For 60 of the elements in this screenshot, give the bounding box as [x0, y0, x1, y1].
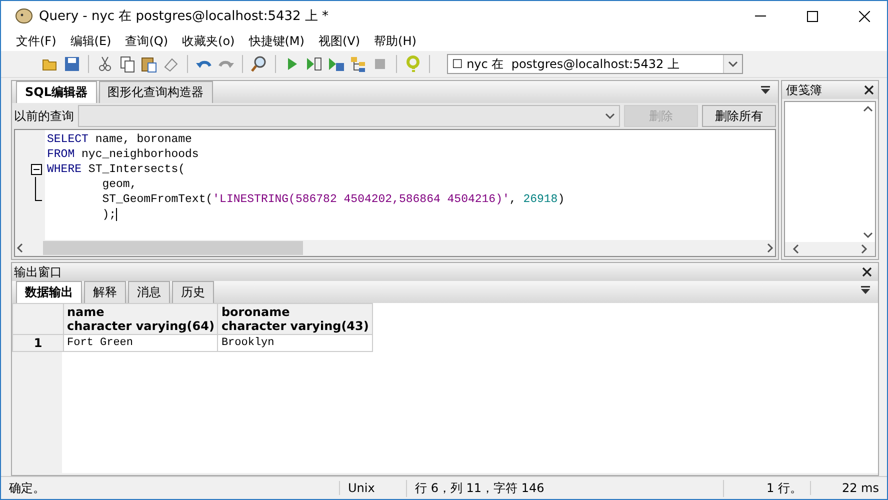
play-text-icon[interactable]: [305, 55, 323, 73]
menu-item[interactable]: 文件(F): [9, 32, 64, 50]
search-icon[interactable]: [250, 55, 268, 73]
paste-icon[interactable]: [140, 55, 158, 73]
editor-tab[interactable]: 图形化查询构造器: [98, 81, 212, 103]
delete-button[interactable]: 删除所有: [702, 105, 776, 127]
code-line: SELECT name, boroname: [46, 133, 192, 146]
table-cell: Brooklyn: [218, 334, 372, 352]
menu-item[interactable]: 编辑(E): [63, 32, 118, 50]
code-line: WHERE ST_Intersects(: [46, 163, 186, 176]
scroll-right-icon[interactable]: [765, 243, 775, 253]
maximize-icon[interactable]: [806, 10, 818, 22]
close-icon[interactable]: [862, 267, 872, 277]
table-cell: Fort Green: [64, 334, 218, 352]
scroll-left-icon[interactable]: [791, 244, 801, 254]
editor-tab[interactable]: SQL编辑器: [16, 81, 96, 103]
query-time: 22 ms: [810, 481, 887, 495]
window-title: Query - nyc 在 postgres@localhost:5432 上 *: [39, 8, 330, 25]
output-tab[interactable]: 历史: [172, 281, 214, 303]
status-message: 确定。: [8, 480, 46, 496]
notepad-title: 便笺簿: [786, 82, 822, 98]
connection-dropdown[interactable]: ☐ nyc 在 postgres@localhost:5432 上: [447, 54, 743, 74]
column-header[interactable]: name character varying(64): [64, 304, 218, 334]
menu-item[interactable]: 查询(Q): [118, 32, 176, 50]
save-icon[interactable]: [63, 55, 81, 73]
output-tab[interactable]: 消息: [128, 281, 170, 303]
close-icon[interactable]: [864, 85, 874, 95]
tree-icon[interactable]: [349, 55, 367, 73]
column-header[interactable]: boroname character varying(43): [218, 304, 372, 334]
line-ending: Unix: [339, 481, 406, 495]
scissors-icon[interactable]: [96, 55, 114, 73]
fold-toggle-icon[interactable]: [31, 164, 42, 175]
chevron-down-icon[interactable]: [605, 111, 616, 121]
row-count: 1 行。: [723, 480, 810, 496]
dropdown-arrow-icon[interactable]: [861, 286, 870, 294]
output-panel-title: 输出窗口: [14, 264, 62, 280]
menu-item[interactable]: 收藏夹(o): [175, 32, 242, 50]
menu-item[interactable]: 帮助(H): [367, 32, 424, 50]
menu-item[interactable]: 视图(V): [311, 32, 368, 50]
code-line: geom,: [101, 178, 137, 191]
copy-icon[interactable]: [118, 55, 136, 73]
horizontal-scrollbar[interactable]: [15, 240, 775, 256]
output-tab[interactable]: 数据输出: [16, 281, 82, 303]
play-save-icon[interactable]: [327, 55, 345, 73]
code-line: ST_GeomFromText('LINESTRING(586782 4504202,586864 4504216)', 26918): [101, 193, 565, 206]
scroll-right-icon[interactable]: [859, 244, 869, 254]
minimize-icon[interactable]: [754, 15, 766, 17]
scroll-up-icon[interactable]: [863, 104, 873, 114]
chevron-down-icon[interactable]: [728, 59, 738, 69]
code-line: FROM nyc_neighborhoods: [46, 148, 199, 161]
row-number: 1: [12, 334, 64, 352]
code-line: );: [101, 208, 118, 222]
close-icon[interactable]: [858, 10, 870, 22]
previous-queries-label: 以前的查询: [14, 108, 74, 124]
scroll-left-icon[interactable]: [15, 243, 25, 253]
cursor-position: 行 6，列 11，字符 146: [406, 480, 723, 496]
dropdown-arrow-icon[interactable]: [761, 86, 770, 94]
output-tab[interactable]: 解释: [84, 281, 126, 303]
menu-item[interactable]: 快捷键(M): [242, 32, 312, 50]
scroll-down-icon[interactable]: [863, 230, 873, 240]
